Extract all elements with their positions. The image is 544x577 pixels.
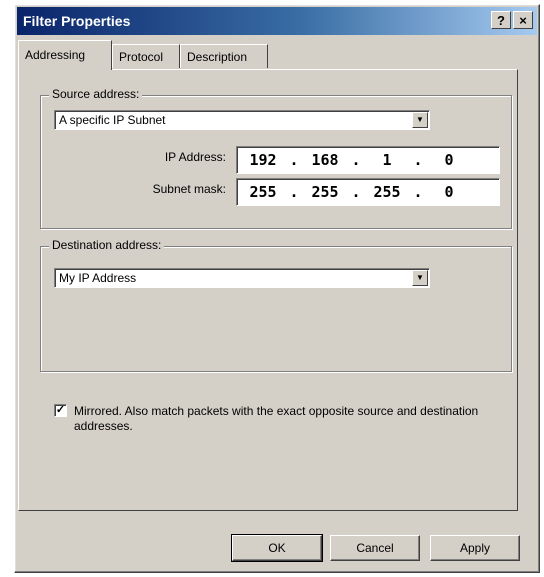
octet-separator: .	[289, 183, 299, 201]
mirrored-label[interactable]: Mirrored. Also match packets with the ex…	[74, 404, 494, 434]
title-bar[interactable]: Filter Properties ? ×	[17, 7, 537, 35]
apply-button[interactable]: Apply	[430, 535, 520, 561]
ip-octet-3[interactable]: 1	[367, 151, 407, 169]
source-address-legend: Source address:	[49, 87, 143, 101]
octet-separator: .	[413, 183, 423, 201]
chevron-down-icon[interactable]: ▼	[412, 112, 428, 128]
source-address-value: A specific IP Subnet	[59, 113, 166, 127]
ip-address-label: IP Address:	[164, 150, 226, 164]
mask-octet-3[interactable]: 255	[367, 183, 407, 201]
mask-octet-2[interactable]: 255	[305, 183, 345, 201]
tab-description[interactable]: Description	[180, 44, 268, 68]
mask-octet-1[interactable]: 255	[243, 183, 283, 201]
mirrored-checkbox[interactable]: ✓	[54, 404, 67, 417]
ip-octet-2[interactable]: 168	[305, 151, 345, 169]
octet-separator: .	[351, 151, 361, 169]
subnet-mask-label: Subnet mask:	[152, 182, 226, 196]
destination-address-legend: Destination address:	[49, 238, 165, 252]
close-button[interactable]: ×	[513, 11, 533, 29]
destination-address-group: Destination address:	[40, 238, 512, 372]
chevron-down-icon[interactable]: ▼	[412, 270, 428, 286]
destination-address-select[interactable]: My IP Address ▼	[54, 268, 430, 288]
tab-addressing[interactable]: Addressing	[18, 40, 112, 70]
ok-button[interactable]: OK	[231, 534, 323, 562]
mask-octet-4[interactable]: 0	[429, 183, 469, 201]
window-title: Filter Properties	[23, 13, 131, 29]
octet-separator: .	[289, 151, 299, 169]
subnet-mask-field[interactable]: 255 . 255 . 255 . 0	[236, 178, 500, 206]
octet-separator: .	[351, 183, 361, 201]
ip-address-field[interactable]: 192 . 168 . 1 . 0	[236, 146, 500, 174]
tab-protocol[interactable]: Protocol	[112, 44, 180, 68]
help-button[interactable]: ?	[491, 11, 511, 29]
ip-octet-1[interactable]: 192	[243, 151, 283, 169]
destination-address-value: My IP Address	[59, 271, 137, 285]
ip-octet-4[interactable]: 0	[429, 151, 469, 169]
source-address-select[interactable]: A specific IP Subnet ▼	[54, 110, 430, 130]
cancel-button[interactable]: Cancel	[330, 535, 420, 561]
octet-separator: .	[413, 151, 423, 169]
